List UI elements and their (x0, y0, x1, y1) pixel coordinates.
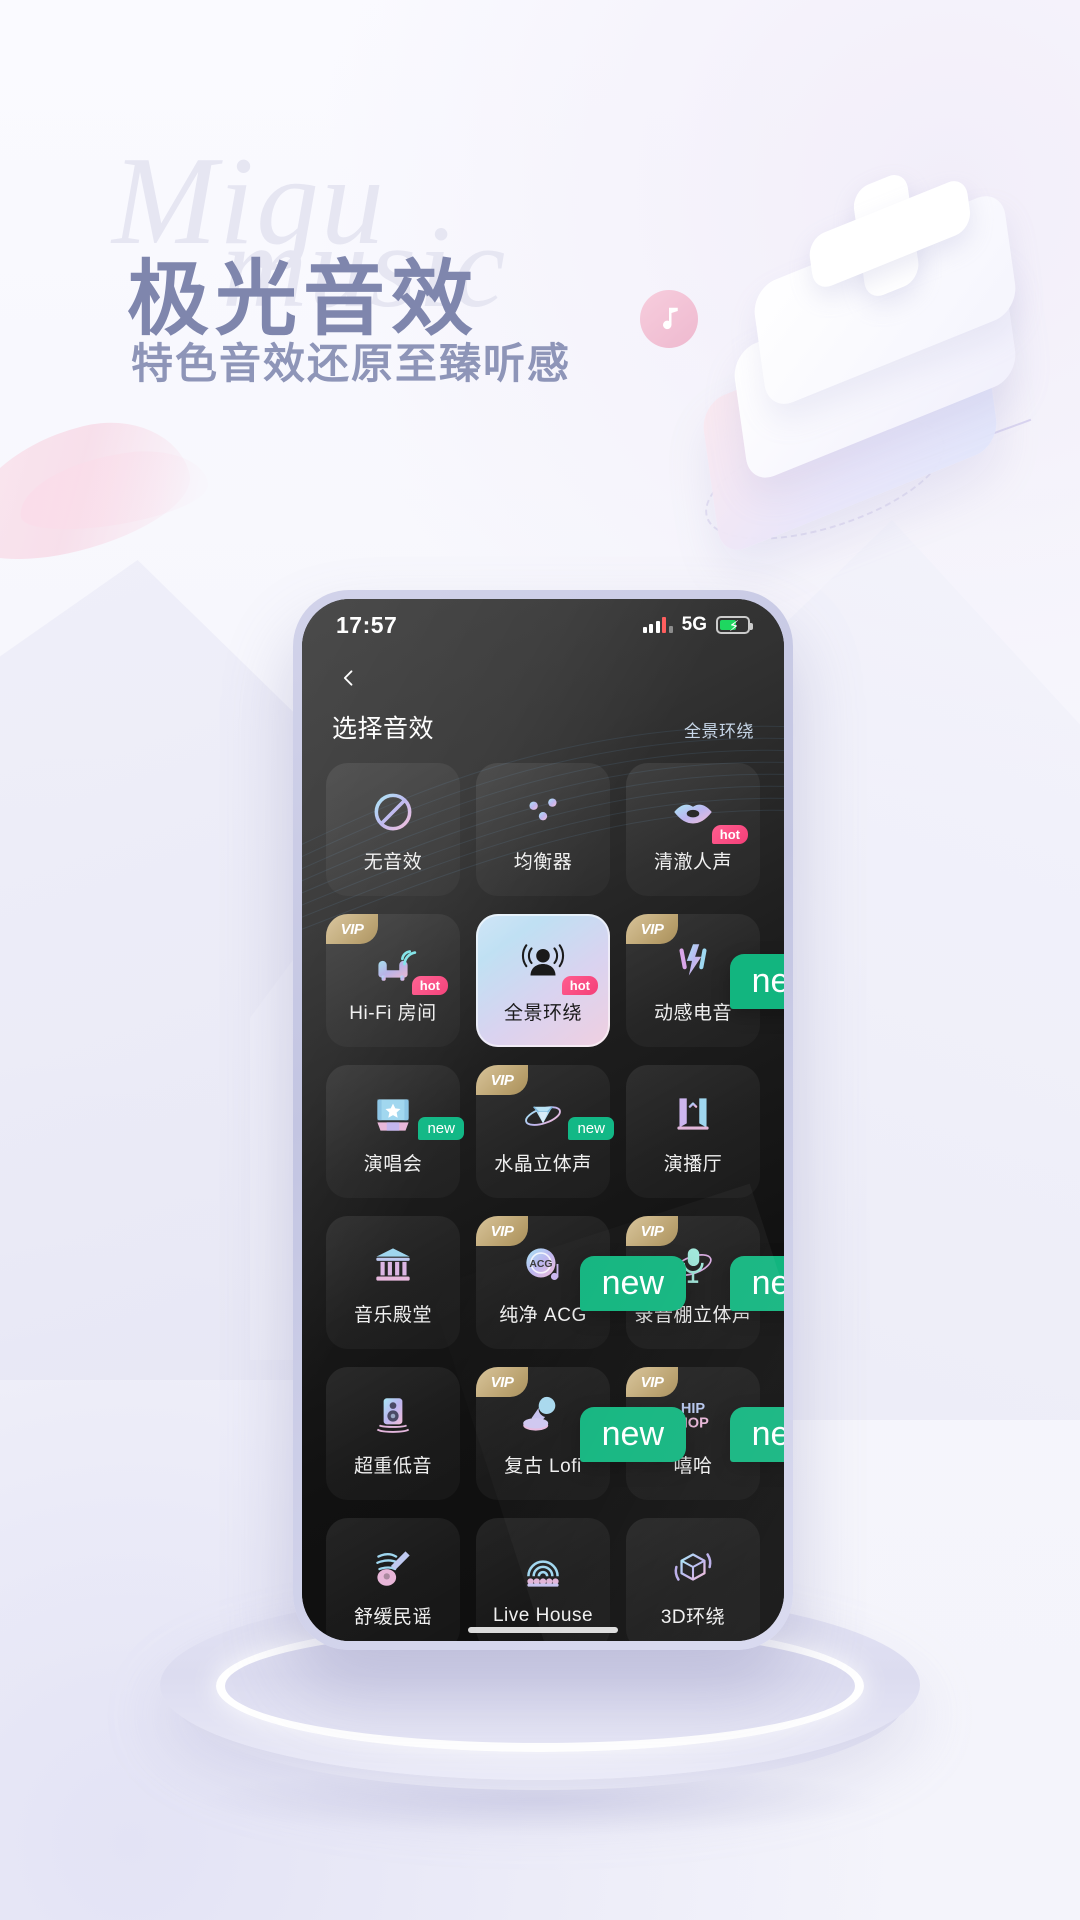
status-clock: 17:57 (336, 611, 398, 638)
effect-tile[interactable]: 舒缓民谣 (326, 1518, 460, 1641)
subwoofer-icon (366, 1389, 420, 1443)
effect-tile[interactable]: 无音效 (326, 763, 460, 896)
new-badge-large: new (729, 1407, 784, 1462)
vip-badge: VIP (326, 914, 378, 944)
screen-title: 选择音效 (332, 715, 435, 743)
signal-bars-icon (642, 617, 673, 633)
lightning-icon (666, 936, 720, 990)
nav-title-row: 选择音效 全景环绕 (332, 709, 754, 745)
effect-tile[interactable]: VIP Hi-Fi 房间 hot (326, 914, 460, 1047)
effect-tile-label: 3D环绕 (660, 1607, 726, 1628)
effect-tile-label: 无音效 (363, 852, 423, 873)
vip-badge: VIP (626, 1367, 678, 1397)
studio-hall-icon (666, 1087, 720, 1141)
phone-screen: 17:57 5G ⚡ 选择音效 全景环绕 无音效 均衡器 清澈人声 hot VIP Hi-… (302, 599, 784, 1641)
effect-tile[interactable]: VIP 水晶立体声 new (476, 1065, 614, 1198)
page-subtitle: 特色音效还原至臻听感 (131, 340, 572, 387)
concert-stage-icon (366, 1087, 420, 1141)
back-button[interactable] (332, 661, 366, 695)
effect-tile[interactable]: 3D环绕 (626, 1518, 760, 1641)
vip-badge: VIP (626, 1216, 678, 1246)
effect-tile-label: Live House (492, 1604, 594, 1626)
effect-tile-label: 清澈人声 (653, 852, 732, 873)
music-note-icon (640, 290, 698, 348)
effect-tile-label: 全景环绕 (503, 1003, 582, 1024)
effect-tile[interactable]: 全景环绕 hot (476, 914, 610, 1047)
temple-icon (366, 1238, 420, 1292)
vip-badge: VIP (476, 1216, 528, 1246)
new-badge-large: new (579, 1256, 686, 1311)
equalizer-icon (516, 785, 570, 839)
phone-mockup: 17:57 5G ⚡ 选择音效 全景环绕 无音效 均衡器 清澈人声 hot VIP Hi-… (293, 590, 793, 1650)
status-bar: 17:57 5G ⚡ (302, 599, 784, 651)
effect-tile-label: 动感电音 (653, 1003, 732, 1024)
cube-3d-icon (666, 1540, 720, 1594)
effect-tile[interactable]: 清澈人声 hot (626, 763, 760, 896)
effect-tile[interactable]: VIP 动感电音new (626, 914, 784, 1047)
effect-tile[interactable]: 音乐殿堂 (326, 1216, 460, 1349)
effect-tile-label: 纯净 ACG (499, 1305, 587, 1326)
status-indicators: 5G ⚡ (642, 614, 753, 636)
hot-badge: hot (711, 825, 748, 844)
effect-tile[interactable]: 演唱会 new (326, 1065, 464, 1198)
guitar-icon (366, 1540, 420, 1594)
effect-tile-label: Hi-Fi 房间 (349, 1003, 437, 1024)
effect-tile[interactable]: 均衡器 (476, 763, 610, 896)
effect-tile-label: 演唱会 (363, 1154, 423, 1175)
new-badge-large: new (729, 1256, 784, 1311)
vip-badge: VIP (626, 914, 678, 944)
effect-tile[interactable]: Live House (476, 1518, 610, 1641)
isometric-decoration (670, 170, 1080, 558)
no-effect-icon (366, 785, 420, 839)
effect-tile-label: 水晶立体声 (494, 1154, 592, 1175)
acg-disc-icon: ACG (516, 1238, 570, 1292)
hot-badge: hot (561, 976, 598, 995)
effect-tile[interactable]: VIP 复古 Lofi new (476, 1367, 686, 1500)
livehouse-icon (516, 1543, 570, 1597)
network-type-label: 5G (681, 614, 707, 635)
vip-badge: VIP (476, 1065, 528, 1095)
diamond-orbit-icon (516, 1087, 570, 1141)
new-badge: new (568, 1117, 614, 1140)
effect-tile-label: 演播厅 (663, 1154, 723, 1175)
svg-text:ACG: ACG (529, 1259, 552, 1270)
hot-badge: hot (411, 976, 448, 995)
effects-grid: 无音效 均衡器 清澈人声 hot VIP Hi-Fi 房间 hot 全景环绕 hot VIP 动感电… (302, 763, 784, 1641)
effect-tile-label: 舒缓民谣 (353, 1607, 432, 1628)
nav-bar: 选择音效 全景环绕 (302, 651, 784, 745)
effect-tile-label: 复古 Lofi (504, 1456, 582, 1477)
effect-tile[interactable]: 演播厅 (626, 1065, 760, 1198)
new-badge: new (418, 1117, 464, 1140)
current-effect-label[interactable]: 全景环绕 (684, 717, 754, 745)
effect-tile-label: 音乐殿堂 (353, 1305, 432, 1326)
effect-tile[interactable]: VIP ACG 纯净 ACG new (476, 1216, 686, 1349)
battery-charging-icon: ⚡ (716, 616, 753, 635)
effect-tile[interactable]: 超重低音 (326, 1367, 460, 1500)
new-badge-large: new (729, 954, 784, 1009)
home-indicator (468, 1627, 618, 1633)
vip-badge: VIP (476, 1367, 528, 1397)
effect-tile-label: 超重低音 (353, 1456, 432, 1477)
effect-tile-label: 均衡器 (513, 852, 573, 873)
gramophone-icon (516, 1389, 570, 1443)
new-badge-large: new (579, 1407, 686, 1462)
